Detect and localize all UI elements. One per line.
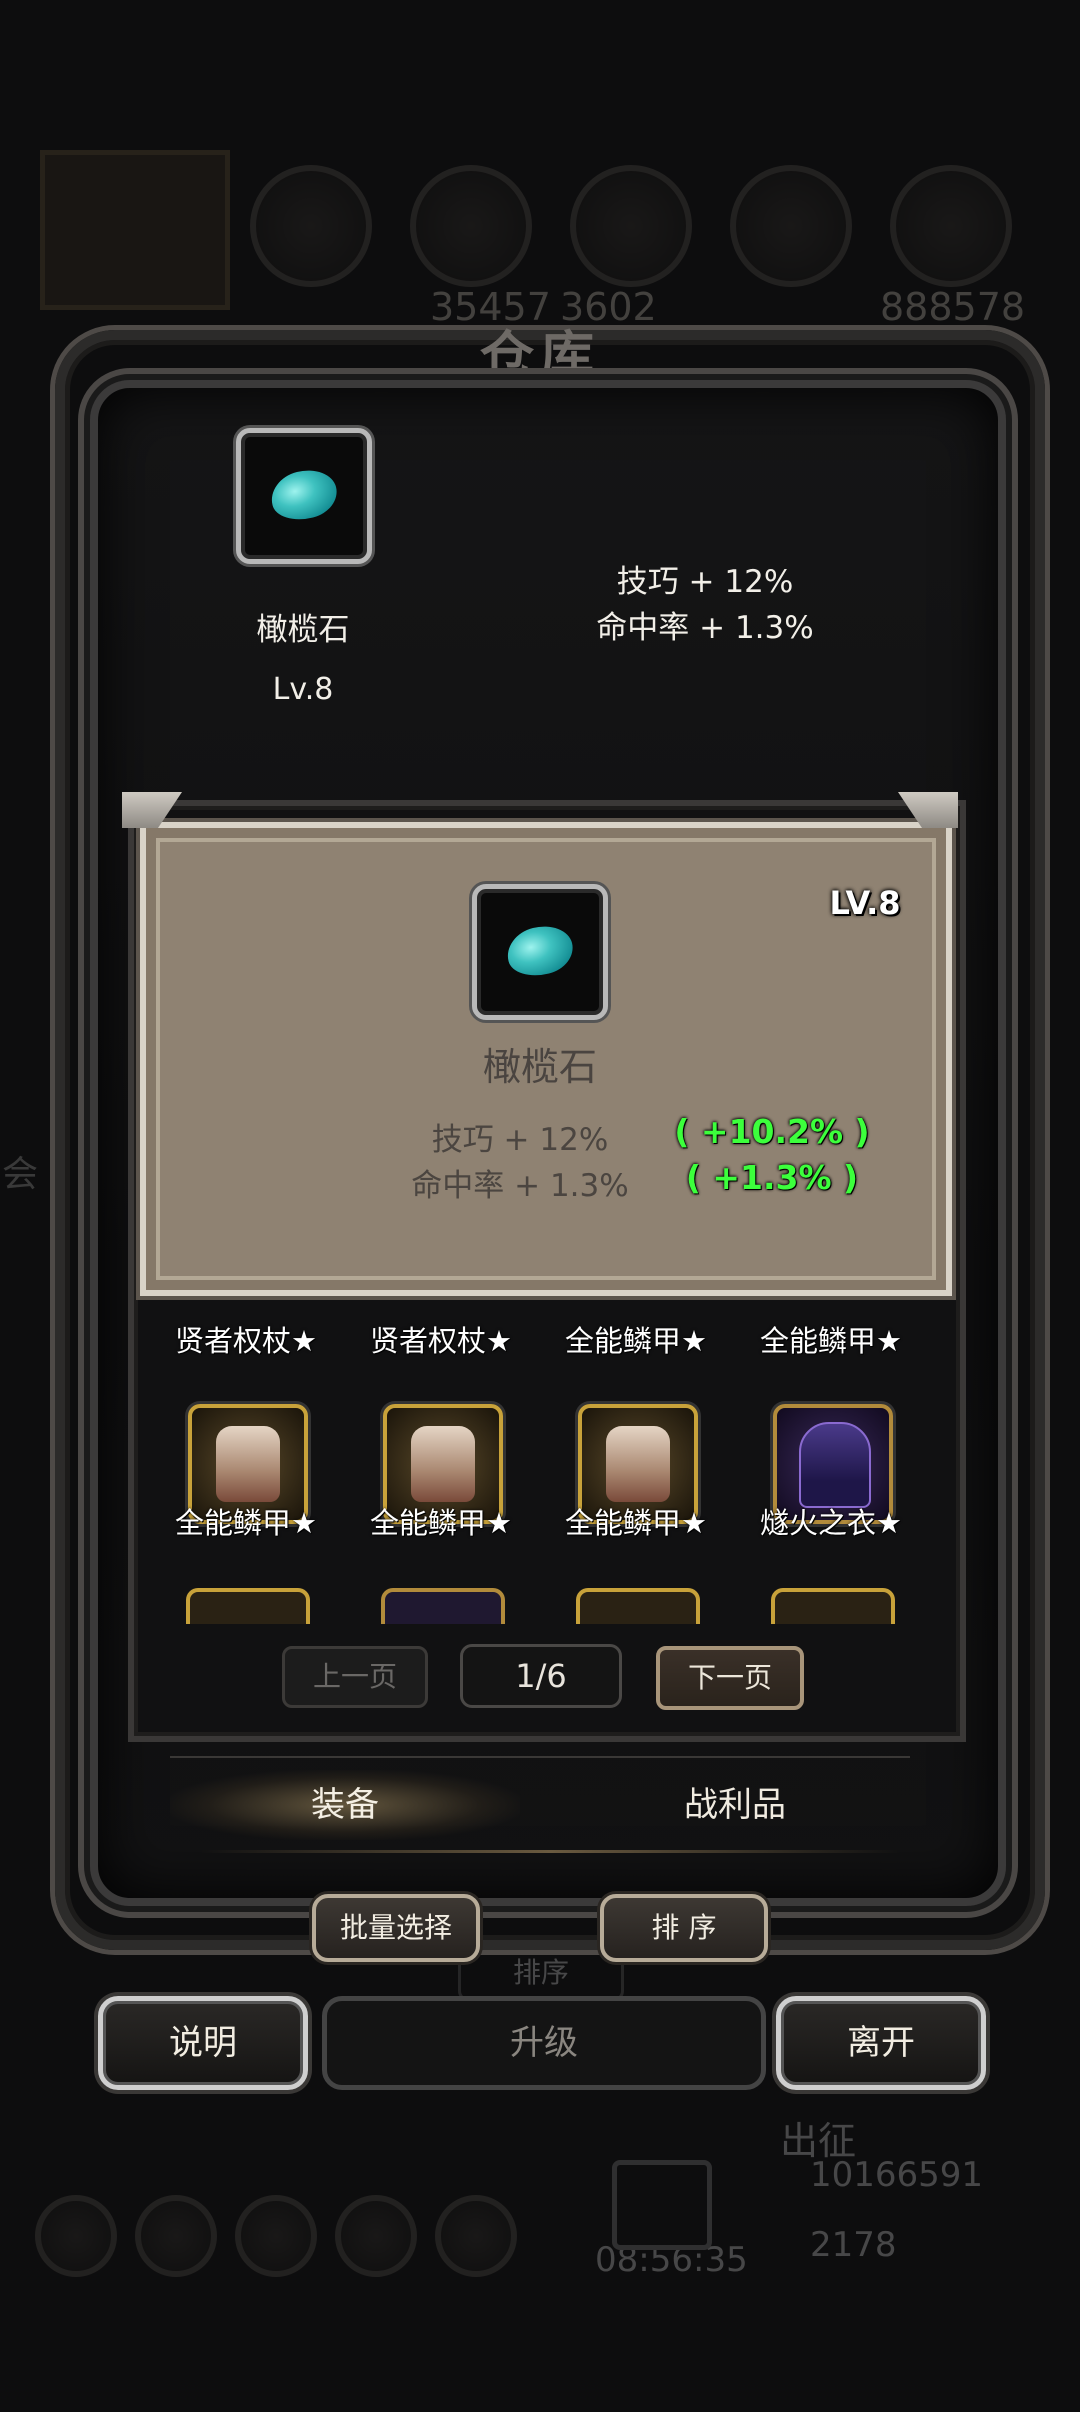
- background-portrait: [40, 150, 230, 310]
- tooltip-level: LV.8: [829, 884, 901, 922]
- leave-button[interactable]: 离开: [776, 1996, 986, 2090]
- scale-armor-icon: [411, 1426, 475, 1502]
- bg-side-char: 会: [2, 1154, 39, 1195]
- bg-resource-circle: [410, 165, 532, 287]
- grid-item-label: 贤者权杖★: [370, 1324, 512, 1358]
- grid-row-peek: [186, 1588, 310, 1624]
- grid-row-peek: [576, 1588, 700, 1624]
- grid-item-label: 燧火之衣★: [760, 1506, 902, 1540]
- sort-button[interactable]: 排 序: [600, 1894, 768, 1962]
- bg-gift-icon: [612, 2160, 712, 2250]
- grid-item-label: 全能鳞甲★: [760, 1324, 902, 1358]
- bg-menu-icon: [35, 2195, 117, 2277]
- tab-underline: [200, 1850, 900, 1853]
- bg-menu-icon: [135, 2195, 217, 2277]
- tab-loot[interactable]: 战利品: [560, 1770, 910, 1840]
- grid-row-peek: [381, 1588, 505, 1624]
- bg-gold: 10166591: [810, 2155, 984, 2195]
- bg-resource-circle: [250, 165, 372, 287]
- bg-resource-circle: [730, 165, 852, 287]
- bg-menu-icon: [435, 2195, 517, 2277]
- explain-button[interactable]: 说明: [98, 1996, 308, 2090]
- grid-item-label: 全能鳞甲★: [175, 1506, 317, 1540]
- tab-equipment[interactable]: 装备: [170, 1770, 520, 1840]
- bg-menu-icon: [235, 2195, 317, 2277]
- grid-item-label: 全能鳞甲★: [565, 1324, 707, 1358]
- tooltip-stat-bonus: ( +10.2% ): [674, 1112, 870, 1151]
- grid-item-label: 全能鳞甲★: [565, 1506, 707, 1540]
- tooltip-stat-label: 技巧 + 12%: [431, 1122, 609, 1158]
- batch-select-button[interactable]: 批量选择: [312, 1894, 480, 1962]
- bg-sort-ghost: 排序: [458, 1945, 624, 2001]
- page-indicator: 1/6: [460, 1644, 622, 1708]
- selected-item-slot[interactable]: [236, 428, 372, 564]
- purple-robe-icon: [799, 1422, 871, 1508]
- bg-resource-circle: [890, 165, 1012, 287]
- grid-item-label: 全能鳞甲★: [370, 1506, 512, 1540]
- prev-page-button[interactable]: 上一页: [282, 1646, 428, 1708]
- upgrade-button[interactable]: 升级: [322, 1996, 766, 2090]
- bg-gem: 2178: [810, 2225, 897, 2265]
- bg-resource-circle: [570, 165, 692, 287]
- tooltip-item-name: 橄榄石: [482, 1045, 597, 1089]
- teal-gem-icon: [266, 463, 342, 527]
- selected-item-name: 橄榄石: [256, 612, 350, 648]
- selected-stat-1: 技巧 + 12%: [616, 564, 794, 600]
- teal-gem-icon: [502, 919, 578, 983]
- tooltip-stat-bonus: ( +1.3% ): [685, 1158, 859, 1197]
- grid-item-label: 贤者权杖★: [175, 1324, 317, 1358]
- scale-armor-icon: [216, 1426, 280, 1502]
- grid-row-peek: [771, 1588, 895, 1624]
- next-page-button[interactable]: 下一页: [656, 1646, 804, 1710]
- tooltip-item-slot: [472, 884, 608, 1020]
- selected-stat-2: 命中率 + 1.3%: [596, 610, 814, 646]
- bg-menu-icon: [335, 2195, 417, 2277]
- scale-armor-icon: [606, 1426, 670, 1502]
- tab-divider: [170, 1756, 910, 1758]
- tooltip-stat-label: 命中率 + 1.3%: [411, 1168, 629, 1204]
- selected-item-level: Lv.8: [272, 672, 334, 707]
